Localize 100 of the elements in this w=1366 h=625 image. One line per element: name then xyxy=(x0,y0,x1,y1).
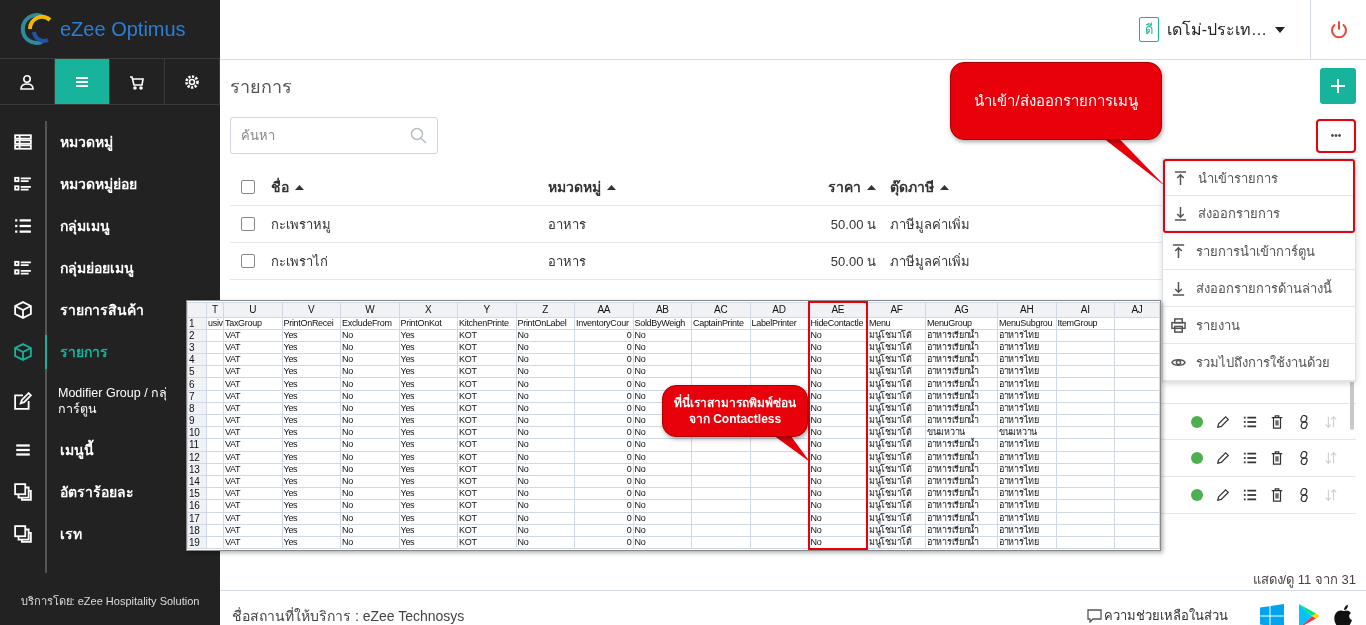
sheet-cell: No xyxy=(342,378,353,390)
sidebar-item[interactable]: อัตราร้อยละ xyxy=(0,471,186,513)
sheet-cell: 0 xyxy=(626,390,632,402)
sheet-cell: InventoryCour xyxy=(576,317,629,329)
pencil-icon[interactable] xyxy=(1216,488,1230,502)
link-icon[interactable] xyxy=(1297,488,1311,502)
sheet-cell: No xyxy=(810,329,822,341)
sheet-cell: No xyxy=(810,390,822,402)
sheet-cell: No xyxy=(517,402,529,414)
sidebar-item[interactable]: กลุ่มย่อยเมนู xyxy=(0,247,186,289)
sidebar-item[interactable]: หมวดหมู่ xyxy=(0,121,186,163)
sheet-cell: No xyxy=(810,354,822,366)
column-letter[interactable]: Z xyxy=(516,302,575,317)
sidebar-item[interactable]: รายการ xyxy=(0,331,186,373)
sheet-cell: No xyxy=(810,476,822,488)
menu-item[interactable]: ส่งออกรายการด้านล่างนี้ xyxy=(1163,270,1355,307)
sidebar-item[interactable]: Modifier Group / กลุ่ การ์ตูน xyxy=(0,373,186,429)
sidebar-item[interactable]: หมวดหมู่ย่อย xyxy=(0,163,186,205)
sidebar-item[interactable]: กลุ่มเมนู xyxy=(0,205,186,247)
column-letter[interactable]: Y xyxy=(457,302,516,317)
column-letter[interactable]: AD xyxy=(750,302,809,317)
play-store-icon[interactable] xyxy=(1298,603,1320,625)
sheet-cell-text: มนูโชมาโต้ xyxy=(869,476,912,487)
menu-item[interactable]: รวมไปถึงการใช้งานด้วย xyxy=(1163,344,1355,381)
pencil-icon[interactable] xyxy=(1216,414,1230,429)
trash-icon[interactable] xyxy=(1270,451,1284,465)
sheet-cell: VAT xyxy=(225,354,241,366)
search-field[interactable]: ค้นหา xyxy=(230,117,438,154)
sheet-cell: No xyxy=(342,488,353,500)
column-letter[interactable]: AE xyxy=(808,302,867,317)
sort-icon xyxy=(940,184,949,190)
menu-item[interactable]: นำเข้ารายการ xyxy=(1165,161,1353,196)
sheet-cell: มนูโชมาโต้ xyxy=(869,427,912,439)
table-icon xyxy=(14,133,32,151)
plus-icon xyxy=(1330,78,1346,94)
sheet-cell: Yes xyxy=(283,500,298,512)
link-icon[interactable] xyxy=(1297,451,1311,465)
trash-icon[interactable] xyxy=(1270,488,1284,502)
checkbox[interactable] xyxy=(241,180,255,194)
property-selector[interactable]: ดี เดโม่-ประเท… xyxy=(1138,17,1310,42)
sheet-cell: อาหารไทย xyxy=(999,341,1039,353)
row-checkbox[interactable] xyxy=(241,254,255,268)
table-cell-text: 50.00 น xyxy=(830,252,876,271)
sheet-cell: Yes xyxy=(400,341,415,353)
column-letter[interactable]: AC xyxy=(691,302,750,317)
trash-icon[interactable] xyxy=(1270,414,1284,429)
help-link[interactable]: ความช่วยเหลือในส่วน xyxy=(1087,605,1228,625)
sheet-cell: อาหารไทย xyxy=(999,488,1039,500)
sheet-cell: อาหารเรียกน้ำ xyxy=(927,378,979,390)
sheet-cell: No xyxy=(517,341,529,353)
list-icon[interactable] xyxy=(1243,451,1257,465)
sheet-cell: อาหารไทย xyxy=(999,415,1039,427)
link-icon[interactable] xyxy=(1297,414,1311,429)
windows-icon[interactable] xyxy=(1260,603,1284,625)
column-letter[interactable]: AI xyxy=(1056,302,1115,317)
menu-item[interactable]: รายงาน xyxy=(1163,307,1355,344)
column-letter[interactable]: U xyxy=(223,302,282,317)
add-button[interactable] xyxy=(1320,68,1356,104)
column-letter[interactable]: AA xyxy=(574,302,633,317)
sheet-cell: KOT xyxy=(459,451,477,463)
apple-icon[interactable] xyxy=(1334,603,1354,625)
sheet-cell: 0 xyxy=(626,500,632,512)
sheet-cell: No xyxy=(517,390,529,402)
sheet-cell: VAT xyxy=(225,463,241,475)
sheet-cell: Yes xyxy=(400,439,415,451)
column-letter[interactable]: X xyxy=(399,302,458,317)
sheet-cell: No xyxy=(517,488,529,500)
list-icon[interactable] xyxy=(1243,414,1257,429)
sheet-cell: Yes xyxy=(400,402,415,414)
sidebar-item[interactable]: รายการสินค้า xyxy=(0,289,186,331)
column-letter[interactable]: AJ xyxy=(1114,302,1160,317)
column-header[interactable]: หมวดหมู่ xyxy=(548,176,601,198)
sheet-cell: Yes xyxy=(283,329,298,341)
sheet-cell: Yes xyxy=(400,366,415,378)
menu-item[interactable]: รายการนำเข้าการ์ตูน xyxy=(1163,233,1355,270)
row-checkbox[interactable] xyxy=(241,217,255,231)
column-header[interactable]: ชื่อ xyxy=(271,176,289,198)
sort-icon xyxy=(607,184,616,190)
pencil-icon[interactable] xyxy=(1216,451,1230,465)
sheet-cell: VAT xyxy=(225,476,241,488)
sheet-cell: มนูโชมาโต้ xyxy=(869,390,912,402)
power-icon[interactable] xyxy=(1328,19,1349,40)
column-letter[interactable]: AF xyxy=(867,302,926,317)
table-cell-text: กะเพราหมู xyxy=(271,215,331,235)
sidebar-item[interactable]: เรท xyxy=(0,513,186,555)
sidebar-item[interactable]: เมนูนี้ xyxy=(0,429,186,471)
menu-item[interactable]: ส่งออกรายการ xyxy=(1165,196,1353,231)
list-icon[interactable] xyxy=(1243,488,1257,502)
sheet-cell: No xyxy=(810,439,822,451)
column-header[interactable]: ราคา xyxy=(828,176,861,198)
caret-icon xyxy=(1275,26,1285,33)
sheet-cell: อาหารเรียกน้ำ xyxy=(927,524,979,536)
column-letter[interactable]: AB xyxy=(633,302,692,317)
sheet-cell: VAT xyxy=(225,415,241,427)
column-letter[interactable]: W xyxy=(340,302,399,317)
column-header[interactable]: ตุ๊ดภาษี xyxy=(890,176,934,198)
column-letter[interactable]: AG xyxy=(925,302,998,317)
column-letter[interactable]: V xyxy=(282,302,341,317)
sheet-cell: No xyxy=(342,512,353,524)
column-letter[interactable]: AH xyxy=(997,302,1056,317)
